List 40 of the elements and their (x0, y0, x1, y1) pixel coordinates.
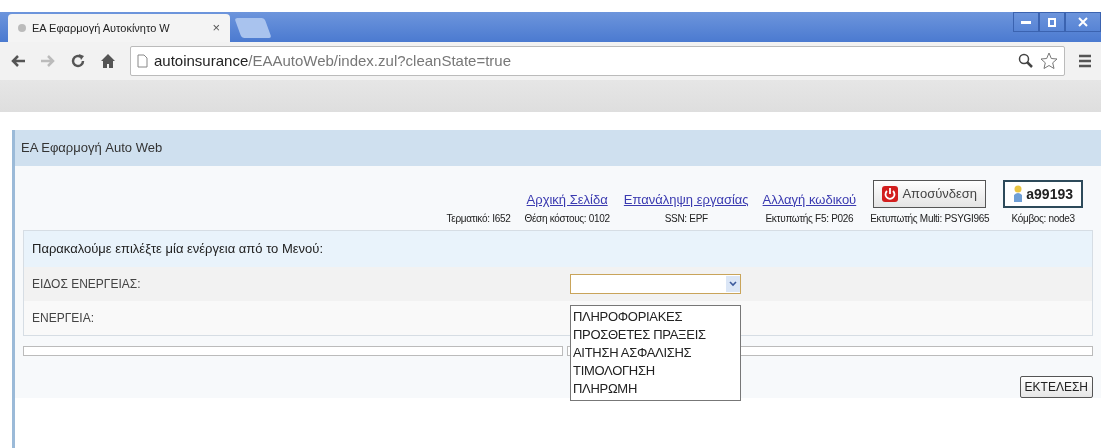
dropdown-option[interactable]: ΤΙΜΟΛΟΓΗΣΗ (571, 362, 740, 380)
restore-button[interactable] (1039, 12, 1065, 32)
close-button[interactable] (1065, 12, 1101, 32)
dropdown-option[interactable]: ΠΛΗΡΩΜΗ (571, 380, 740, 398)
zoom-icon[interactable] (1018, 53, 1034, 69)
logout-button[interactable]: Αποσύνδεση (873, 180, 987, 208)
close-icon (1078, 17, 1088, 27)
dropdown-option[interactable]: ΑΙΤΗΣΗ ΑΣΦΑΛΙΣΗΣ (571, 344, 740, 362)
address-bar[interactable]: autoinsurance/EAAutoWeb/index.zul?cleanState=true (130, 46, 1065, 76)
user-icon (1013, 185, 1024, 203)
info-text: Τερματικό: I652 (446, 212, 511, 226)
page-icon (18, 24, 26, 32)
nav-link[interactable]: Επανάληψη εργασίας (623, 189, 749, 209)
nav-link[interactable]: Αλλαγή κωδικού (762, 189, 857, 209)
info-text: Κόμβος: node3 (1011, 212, 1075, 226)
field-label: ΕΝΕΡΓΕΙΑ: (32, 310, 95, 327)
page-icon (137, 54, 148, 68)
info-text: Θέση κόστους: 0102 (524, 212, 610, 226)
nav-link[interactable]: Αρχική Σελίδα (526, 189, 608, 209)
info-text: SSN: EPF (664, 212, 708, 226)
execute-button[interactable]: ΕΚΤΕΛΕΣΗ (1019, 376, 1093, 398)
tab-close[interactable]: × (212, 18, 220, 38)
minimize-button[interactable] (1013, 12, 1039, 32)
tab-title: ΕΑ Εφαρμογή Αυτοκίνητο W (32, 20, 170, 36)
url-text: autoinsurance/EAAutoWeb/index.zul?cleanState=true (154, 50, 512, 71)
field-label: ΕΙΔΟΣ ΕΝΕΡΓΕΙΑΣ: (32, 276, 142, 293)
back-icon[interactable] (10, 54, 26, 68)
info-text: Εκτυπωτής Multi: PSYGI965 (870, 212, 990, 226)
dropdown-option[interactable]: ΠΡΟΣΘΕΤΕΣ ΠΡΑΞΕΙΣ (571, 326, 740, 344)
reload-icon[interactable] (70, 53, 86, 69)
browser-tab[interactable]: ΕΑ Εφαρμογή Αυτοκίνητο W × (8, 14, 230, 42)
menu-icon[interactable] (1079, 54, 1091, 68)
star-icon[interactable] (1040, 52, 1058, 70)
power-icon (882, 186, 899, 202)
app-title-bar: ΕΑ Εφαρμογή Auto Web (15, 130, 1101, 166)
user-button[interactable]: a99193 (1003, 180, 1083, 208)
message-bar: Παρακαλούμε επιλέξτε μία ενέργεια από το Μενού: (24, 231, 1092, 267)
home-icon[interactable] (100, 53, 116, 69)
info-text: Εκτυπωτής F5: P026 (765, 212, 854, 226)
dropdown-option[interactable]: ΠΛΗΡΟΦΟΡΙΑΚΕΣ (571, 308, 740, 326)
